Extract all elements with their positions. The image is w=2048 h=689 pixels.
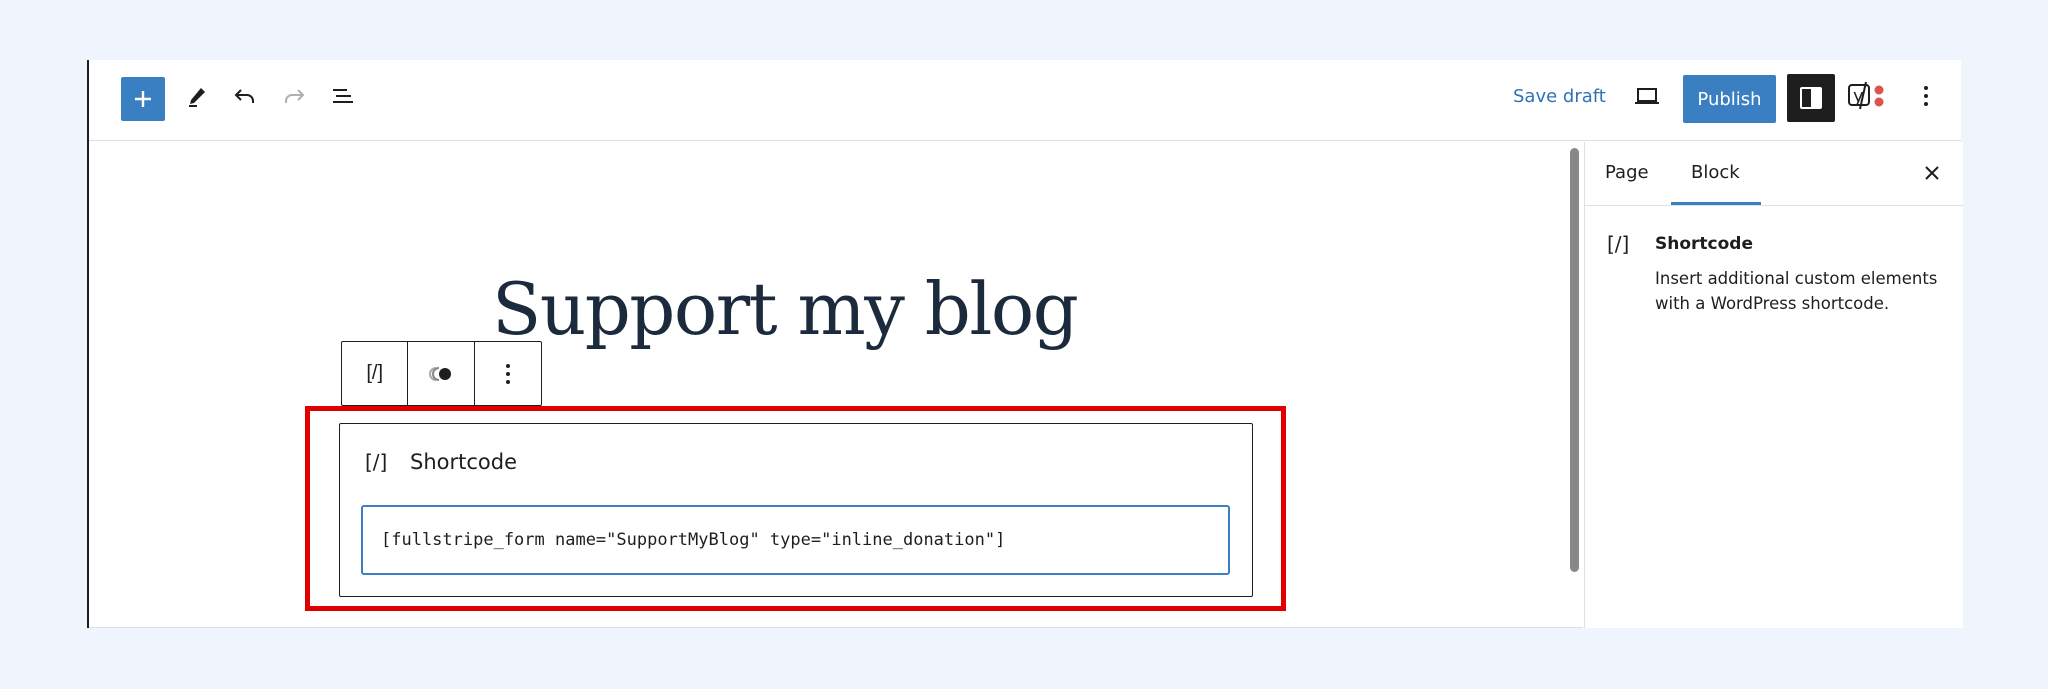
yoast-icon: y [1848,81,1884,110]
block-toolbar: [/] [341,341,542,406]
shortcode-block-label: Shortcode [410,450,517,474]
block-card-description: Insert additional custom elements with a… [1655,269,1938,313]
redo-icon [285,89,305,103]
plus-icon [135,91,151,107]
editor-canvas[interactable]: Support my blog [/] [/] Shortcode [fulls… [89,142,1583,628]
toggle-icon [429,366,452,381]
redo-button[interactable] [272,74,316,118]
options-button[interactable] [1904,74,1948,118]
tools-button[interactable] [175,74,219,118]
inserter-button[interactable] [121,77,165,121]
pencil-icon [189,88,205,107]
undo-icon [234,89,254,103]
list-view-icon [333,89,353,103]
more-vertical-icon [1924,86,1928,106]
tab-block[interactable]: Block [1691,162,1740,183]
shortcode-icon: [/] [366,362,383,384]
tab-page[interactable]: Page [1605,162,1649,183]
block-card-title: Shortcode [1655,234,1753,254]
settings-toggle-button[interactable] [1787,74,1835,122]
shortcode-icon: [/] [1607,232,1630,256]
canvas-scrollbar[interactable] [1570,148,1579,572]
top-toolbar: Save draft Publish y [89,60,1961,141]
shortcode-icon: [/] [365,450,388,474]
close-icon [1925,166,1939,180]
close-sidebar-button[interactable] [1919,160,1945,186]
undo-button[interactable] [223,74,267,118]
preview-button[interactable] [1625,74,1669,118]
shortcode-input[interactable] [361,505,1230,575]
shortcode-block[interactable]: [/] Shortcode [339,423,1253,597]
publish-button[interactable]: Publish [1683,75,1776,123]
editor-window: Save draft Publish y Support my blog [/]… [87,60,1963,628]
transform-button[interactable] [408,342,475,405]
block-type-button[interactable]: [/] [342,342,409,405]
save-draft-button[interactable]: Save draft [1513,86,1606,107]
active-tab-indicator [1671,202,1761,205]
laptop-icon [1635,88,1659,104]
more-vertical-icon [505,363,510,384]
block-options-button[interactable] [475,342,541,405]
yoast-button[interactable]: y [1846,74,1890,118]
settings-sidebar: Page Block [/] Shortcode Insert addition… [1584,142,1963,628]
sidebar-toggle-icon [1800,87,1822,109]
page-title[interactable]: Support my blog [492,267,1079,351]
sidebar-tabs: Page Block [1585,142,1963,206]
list-view-button[interactable] [321,74,365,118]
